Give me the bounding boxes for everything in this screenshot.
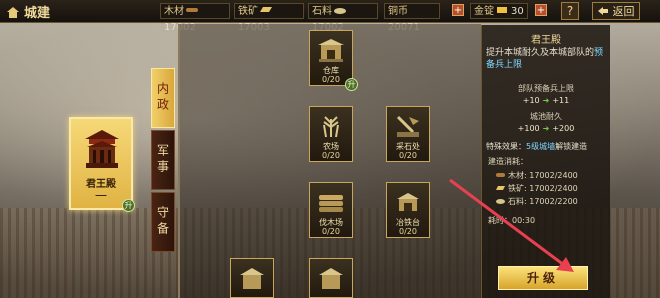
warehouse-icon xyxy=(318,39,344,62)
back-arrow-icon xyxy=(598,7,608,15)
iron-icon xyxy=(260,7,272,12)
wood-icon xyxy=(496,173,505,177)
tab-interior[interactable]: 内政 xyxy=(151,68,175,128)
smelter-icon xyxy=(397,193,419,211)
gold-icon xyxy=(497,7,507,13)
resource-stone: 石料17002 xyxy=(308,3,378,33)
special-effect: 特殊效果：5级城墙解锁建造 xyxy=(486,142,588,151)
build-time: 耗时：00:30 xyxy=(488,216,536,225)
add-coin-button[interactable]: + xyxy=(452,4,464,16)
building-icon xyxy=(240,268,264,289)
arrow-right-icon: ➜ xyxy=(542,96,550,105)
building-slot[interactable] xyxy=(230,258,274,298)
iron-icon xyxy=(496,186,505,190)
tab-military[interactable]: 军事 xyxy=(151,130,175,190)
building-farm[interactable]: 农场 0/20 xyxy=(309,106,353,162)
building-smelter[interactable]: 冶铁台 0/20 xyxy=(386,182,430,238)
palace-card[interactable]: 君王殿 一 xyxy=(69,117,133,210)
building-info-panel: 君王殿 提升本城耐久及本城部队的预备兵上限 部队预备兵上限 +10 ➜ +11 城池… xyxy=(481,25,610,298)
stat1-label: 部队预备兵上限 xyxy=(518,84,574,93)
farm-icon xyxy=(323,116,339,138)
cost-title: 建造消耗： xyxy=(488,157,528,166)
resource-gold: 金锭 30 xyxy=(470,3,528,19)
building-lumber-yard[interactable]: 伐木场 0/20 xyxy=(309,182,353,238)
stat2-label: 城池耐久 xyxy=(530,112,562,121)
lumber-icon xyxy=(319,195,343,212)
quarry-icon xyxy=(396,115,419,137)
building-icon xyxy=(319,268,343,289)
stat2-values: +100 ➜ +200 xyxy=(517,124,575,133)
upgrade-badge-icon: 升 xyxy=(345,78,358,91)
help-button[interactable]: ? xyxy=(561,2,579,20)
wood-icon xyxy=(186,8,198,12)
upgrade-button[interactable]: 升级 xyxy=(498,266,588,290)
info-title: 君王殿 xyxy=(531,35,561,46)
page-title: 城建 xyxy=(6,2,50,21)
home-icon xyxy=(7,7,19,18)
palace-icon xyxy=(85,130,119,168)
info-description: 提升本城耐久及本城部队的预备兵上限 xyxy=(486,48,604,70)
cost-stone: 石料: 17002/2200 xyxy=(496,196,578,207)
building-grid-panel: 仓库 0/20 升 农场 0/20 采石处 0/20 伐木场 0/20 冶铁台 … xyxy=(178,24,481,298)
upgrade-badge-icon: 升 xyxy=(122,199,135,212)
back-button[interactable]: 返回 xyxy=(592,2,640,20)
add-gold-button[interactable]: + xyxy=(535,4,547,16)
resource-wood: 木材17002 xyxy=(160,3,230,33)
stone-icon xyxy=(496,199,505,204)
cost-iron: 铁矿: 17002/2400 xyxy=(496,183,578,194)
stone-icon xyxy=(334,8,346,14)
resource-iron: 铁矿17003 xyxy=(234,3,304,33)
resource-coin: 铜币20071 xyxy=(384,3,440,33)
stat1-values: +10 ➜ +11 xyxy=(522,96,570,105)
tab-defense[interactable]: 守备 xyxy=(151,192,175,252)
building-slot[interactable] xyxy=(309,258,353,298)
cost-wood: 木材: 17002/2400 xyxy=(496,170,578,181)
building-quarry[interactable]: 采石处 0/20 xyxy=(386,106,430,162)
building-warehouse[interactable]: 仓库 0/20 xyxy=(309,30,353,86)
top-bar: 城建 木材17002 铁矿17003 石料17002 铜币20071 + 金锭3… xyxy=(0,0,660,33)
arrow-right-icon: ➜ xyxy=(542,124,550,133)
